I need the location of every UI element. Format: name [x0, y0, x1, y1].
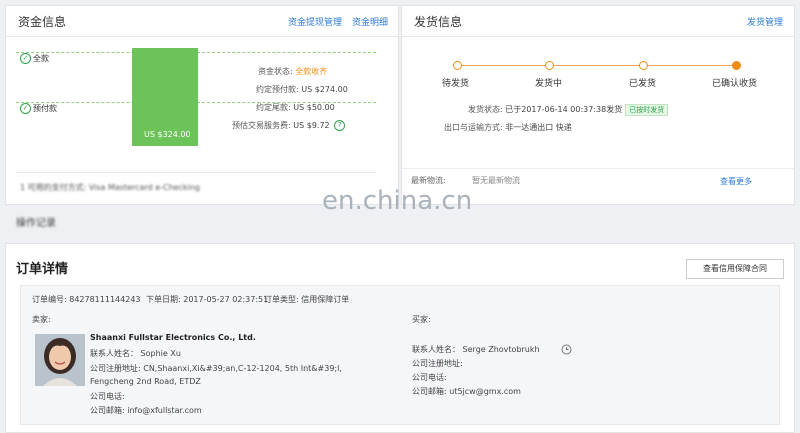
buyer-phone: 公司电话:: [412, 373, 447, 382]
on-time-badge: 已按时发货: [625, 104, 669, 116]
operation-record-text: 操作记录: [16, 218, 56, 229]
shipping-title: 发货信息: [414, 15, 463, 29]
step-label: 待发货: [442, 79, 470, 89]
step-dot-icon: [545, 61, 554, 70]
final-amount: 约定尾款: US $50.00: [256, 103, 335, 112]
watermark: en.china.cn: [322, 186, 473, 216]
buyer-email: 公司邮箱: ut5jcw@gmx.com: [412, 387, 521, 396]
funds-panel: 资金信息 资金提现管理 资金明细 ✓ 全款 ✓ 预付款 US $324.00 资…: [5, 5, 399, 205]
credit-contract-button[interactable]: 查看信用保障合同: [686, 259, 784, 279]
shipping-manage-link[interactable]: 发货管理: [747, 15, 783, 28]
order-type: 订单类型: 信用保障订单: [264, 295, 350, 304]
progress-line: [458, 65, 738, 66]
shipping-method: 出口与运输方式: 非一达通出口 快递: [444, 123, 572, 132]
chart-baseline: [16, 172, 376, 173]
buyer-contact: 联系人姓名： Serge Zhovtobrukh: [412, 345, 540, 354]
order-title: 订单详情: [16, 262, 69, 277]
buyer-heading: 买家:: [412, 315, 431, 324]
check-icon: ✓: [20, 103, 31, 114]
funds-header: 资金信息 资金提现管理 资金明细: [6, 6, 398, 37]
shipping-header: 发货信息 发货管理: [402, 6, 794, 37]
seller-heading: 卖家:: [32, 315, 51, 324]
seller-photo: [35, 334, 85, 386]
help-icon[interactable]: ?: [334, 120, 346, 131]
buyer-address: 公司注册地址:: [412, 359, 463, 368]
order-date: 下单日期: 2017-05-27 02:37:51: [146, 295, 269, 304]
step-label: 已确认收货: [712, 79, 758, 89]
payment-methods-text: 1 可用的支付方式: Visa Mastercard e-Checking: [20, 183, 201, 192]
step-dot-current-icon: [732, 61, 741, 70]
see-more-link[interactable]: 查看更多: [720, 176, 752, 187]
seller-address-line2: Fengcheng 2nd Road, ETDZ: [90, 377, 201, 386]
service-fee: 预估交易服务费: US $9.72 ?: [232, 120, 346, 131]
seller-avatar: [35, 334, 85, 386]
clock-icon: [561, 344, 572, 355]
funds-status-value: 全款收齐: [295, 67, 328, 76]
seller-phone: 公司电话:: [90, 392, 125, 401]
full-payment-label: 全款: [33, 54, 49, 63]
step-label: 发货中: [535, 79, 563, 89]
shipping-panel: 发货信息 发货管理 待发货 发货中 已发货 已确认收货 发货状态: 已于2017…: [401, 5, 795, 205]
funds-bar-value: US $324.00: [144, 130, 191, 139]
step-dot-icon: [453, 61, 462, 70]
seller-company: Shaanxi Fullstar Electronics Co., Ltd.: [90, 333, 256, 342]
funds-bar: US $324.00: [132, 48, 198, 146]
logistics-label: 最新物流:: [411, 176, 446, 185]
advance-label: 预付款: [33, 104, 57, 113]
check-icon: ✓: [20, 53, 31, 64]
funds-status: 资金状态: 全款收齐: [258, 67, 328, 76]
seller-email: 公司邮箱: info@xfullstar.com: [90, 406, 202, 415]
order-number: 订单编号: 84278111144243: [32, 295, 141, 304]
funds-title: 资金信息: [18, 15, 67, 29]
seller-contact: 联系人姓名： Sophie Xu: [90, 349, 181, 358]
step-dot-icon: [639, 61, 648, 70]
logistics-value: 暂无最新物流: [472, 176, 520, 185]
funds-chart: ✓ 全款 ✓ 预付款 US $324.00 资金状态: 全款收齐 约定预付款: …: [6, 36, 400, 176]
funds-detail-link[interactable]: 资金明细: [352, 15, 388, 28]
advance-amount: 约定预付款: US $274.00: [256, 85, 348, 94]
withdraw-link[interactable]: 资金提现管理: [288, 15, 342, 28]
shipping-status: 发货状态: 已于2017-06-14 00:37:38发货 已按时发货: [468, 104, 669, 116]
seller-address-line1: 公司注册地址: CN,Shaanxi,Xi&#39;an,C-12-1204, …: [90, 364, 342, 373]
step-label: 已发货: [629, 79, 657, 89]
